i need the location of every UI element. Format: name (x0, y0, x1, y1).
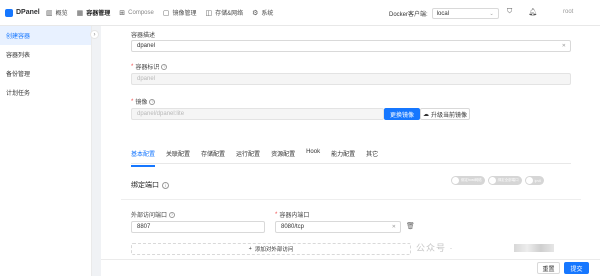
chevron-right-icon: › (93, 31, 96, 38)
watermark-blurred-name (514, 244, 554, 252)
nav-item-4[interactable]: ◫ 存储&网络 (205, 8, 244, 18)
port-toggles: 绑定host网络 绑定全部端口 ipv6 (451, 176, 545, 185)
external-port-label: 外部访问端口 ? (131, 211, 176, 219)
help-icon[interactable]: ? (149, 98, 156, 105)
user-name[interactable]: root (563, 9, 573, 15)
image-input: dpanel/dpanel:lite (131, 108, 384, 120)
nav-item-5[interactable]: ⚙ 系统 (252, 8, 274, 18)
chevron-down-icon: ⌄ (489, 10, 494, 17)
description-input[interactable]: dpanel ✕ (131, 40, 571, 52)
footer-bar: 重置 提交 (101, 259, 600, 276)
submit-button[interactable]: 提交 (564, 262, 589, 274)
sidebar-item-1[interactable]: 容器列表 (0, 45, 91, 64)
tab-1[interactable]: 关联配置 (166, 147, 190, 160)
top-navigation: ▥ 概览 ▦ 容器管理 ⊞ Compose ▢ 镜像管理 ◫ 存储&网络 ⚙ 系统 (46, 8, 274, 18)
config-tabs: 基本配置 关联配置 存储配置 运行配置 资源配置 Hook 能力配置 其它 (131, 147, 389, 167)
image-icon: ▢ (162, 9, 170, 17)
description-label: 容器描述 (131, 33, 156, 39)
nav-item-2[interactable]: ⊞ Compose (119, 9, 154, 17)
help-icon[interactable]: ? (161, 63, 168, 70)
shirt-theme-icon[interactable]: ⛉ (507, 8, 512, 16)
chart-icon: ▥ (46, 9, 53, 17)
sidebar: 创建容器 容器列表 备份管理 计划任务 (0, 26, 92, 276)
trash-icon[interactable]: 🗑︎ (406, 222, 415, 230)
nav-item-label: 系统 (261, 11, 274, 17)
sidebar-item-3[interactable]: 计划任务 (0, 83, 91, 102)
toggle-switch-2[interactable]: ipv6 (524, 176, 545, 185)
identifier-label: * 容器标识 ? (131, 63, 168, 71)
gear-icon: ⚙ (252, 9, 259, 17)
watermark-text: 公众号 · (416, 243, 454, 253)
toggle-switch-1[interactable]: 绑定全部端口 (487, 176, 522, 185)
toggle-knob (488, 177, 496, 184)
plus-icon: + (248, 246, 252, 252)
tab-7[interactable]: 其它 (366, 147, 378, 160)
nav-item-label: 存储&网络 (215, 11, 244, 17)
docker-client-value: local (436, 10, 450, 17)
clear-icon[interactable]: ✕ (392, 224, 396, 230)
internal-port-input[interactable]: 8080/tcp ✕ (275, 221, 401, 233)
internal-port-label: * 容器内端口 (275, 211, 310, 220)
brand[interactable]: DPanel (0, 8, 46, 17)
clear-icon[interactable]: ✕ (562, 43, 566, 49)
app-logo-icon (5, 8, 13, 17)
tab-5[interactable]: Hook (306, 147, 320, 160)
nav-item-1[interactable]: ▦ 容器管理 (76, 8, 111, 18)
tab-3[interactable]: 运行配置 (236, 147, 260, 160)
sidebar-item-0[interactable]: 创建容器 (0, 26, 91, 45)
toggle-label: ipv6 (534, 178, 542, 183)
sidebar-item-2[interactable]: 备份管理 (0, 64, 91, 83)
grid-icon: ▦ (76, 9, 84, 17)
top-icons: ⛉ 🔔︎ (507, 8, 537, 16)
toggle-label: 绑定全部端口 (497, 178, 519, 182)
tab-4[interactable]: 资源配置 (271, 147, 295, 160)
upgrade-image-button[interactable]: ☁︎ 升级当前镜像 (420, 108, 470, 120)
image-label: * 镜像 ? (131, 98, 156, 106)
change-image-button[interactable]: 更换镜像 (384, 108, 420, 120)
ports-section-title: 绑定端口 i (131, 180, 169, 190)
tab-0[interactable]: 基本配置 (131, 147, 156, 167)
reset-button[interactable]: 重置 (537, 262, 560, 274)
help-icon[interactable]: ? (169, 211, 176, 218)
section-divider (121, 199, 581, 200)
identifier-input: dpanel (131, 73, 571, 85)
nav-item-3[interactable]: ▢ 镜像管理 (162, 8, 197, 18)
nav-item-label: 概览 (55, 11, 68, 17)
toggle-label: 绑定host网络 (461, 178, 482, 182)
tab-6[interactable]: 能力配置 (331, 147, 355, 160)
toggle-switch-0[interactable]: 绑定host网络 (451, 176, 485, 185)
nav-item-label: Compose (128, 9, 154, 16)
nav-item-label: 镜像管理 (172, 11, 197, 17)
info-icon[interactable]: i (162, 181, 169, 189)
docker-client-area: Docker客户端: local ⌄ (389, 8, 499, 19)
add-port-button[interactable]: + 添加对外部访问 (131, 243, 411, 255)
external-port-input[interactable]: 8807 (131, 221, 265, 233)
tabs-divider (131, 163, 571, 164)
nav-item-0[interactable]: ▥ 概览 (46, 8, 68, 18)
sidebar-collapse-button[interactable]: › (90, 30, 99, 39)
top-bar: DPanel ▥ 概览 ▦ 容器管理 ⊞ Compose ▢ 镜像管理 ◫ 存储&网络 ⚙ 系统 Do… (0, 0, 600, 26)
docker-client-select[interactable]: local ⌄ (431, 8, 499, 19)
docker-client-label: Docker客户端: (389, 12, 428, 18)
main-content: 容器描述 dpanel ✕ * 容器标识 ? dpanel * 镜像 ? dpane… (101, 26, 600, 276)
toggle-knob (525, 177, 533, 184)
compose-icon: ⊞ (119, 9, 126, 17)
tab-2[interactable]: 存储配置 (201, 147, 225, 160)
toggle-knob (452, 177, 459, 184)
cloud-icon: ☁︎ (422, 111, 429, 118)
bell-icon[interactable]: 🔔︎ (528, 8, 537, 16)
app-name: DPanel (16, 9, 40, 16)
nav-item-label: 容器管理 (86, 11, 111, 17)
storage-icon: ◫ (205, 9, 213, 17)
